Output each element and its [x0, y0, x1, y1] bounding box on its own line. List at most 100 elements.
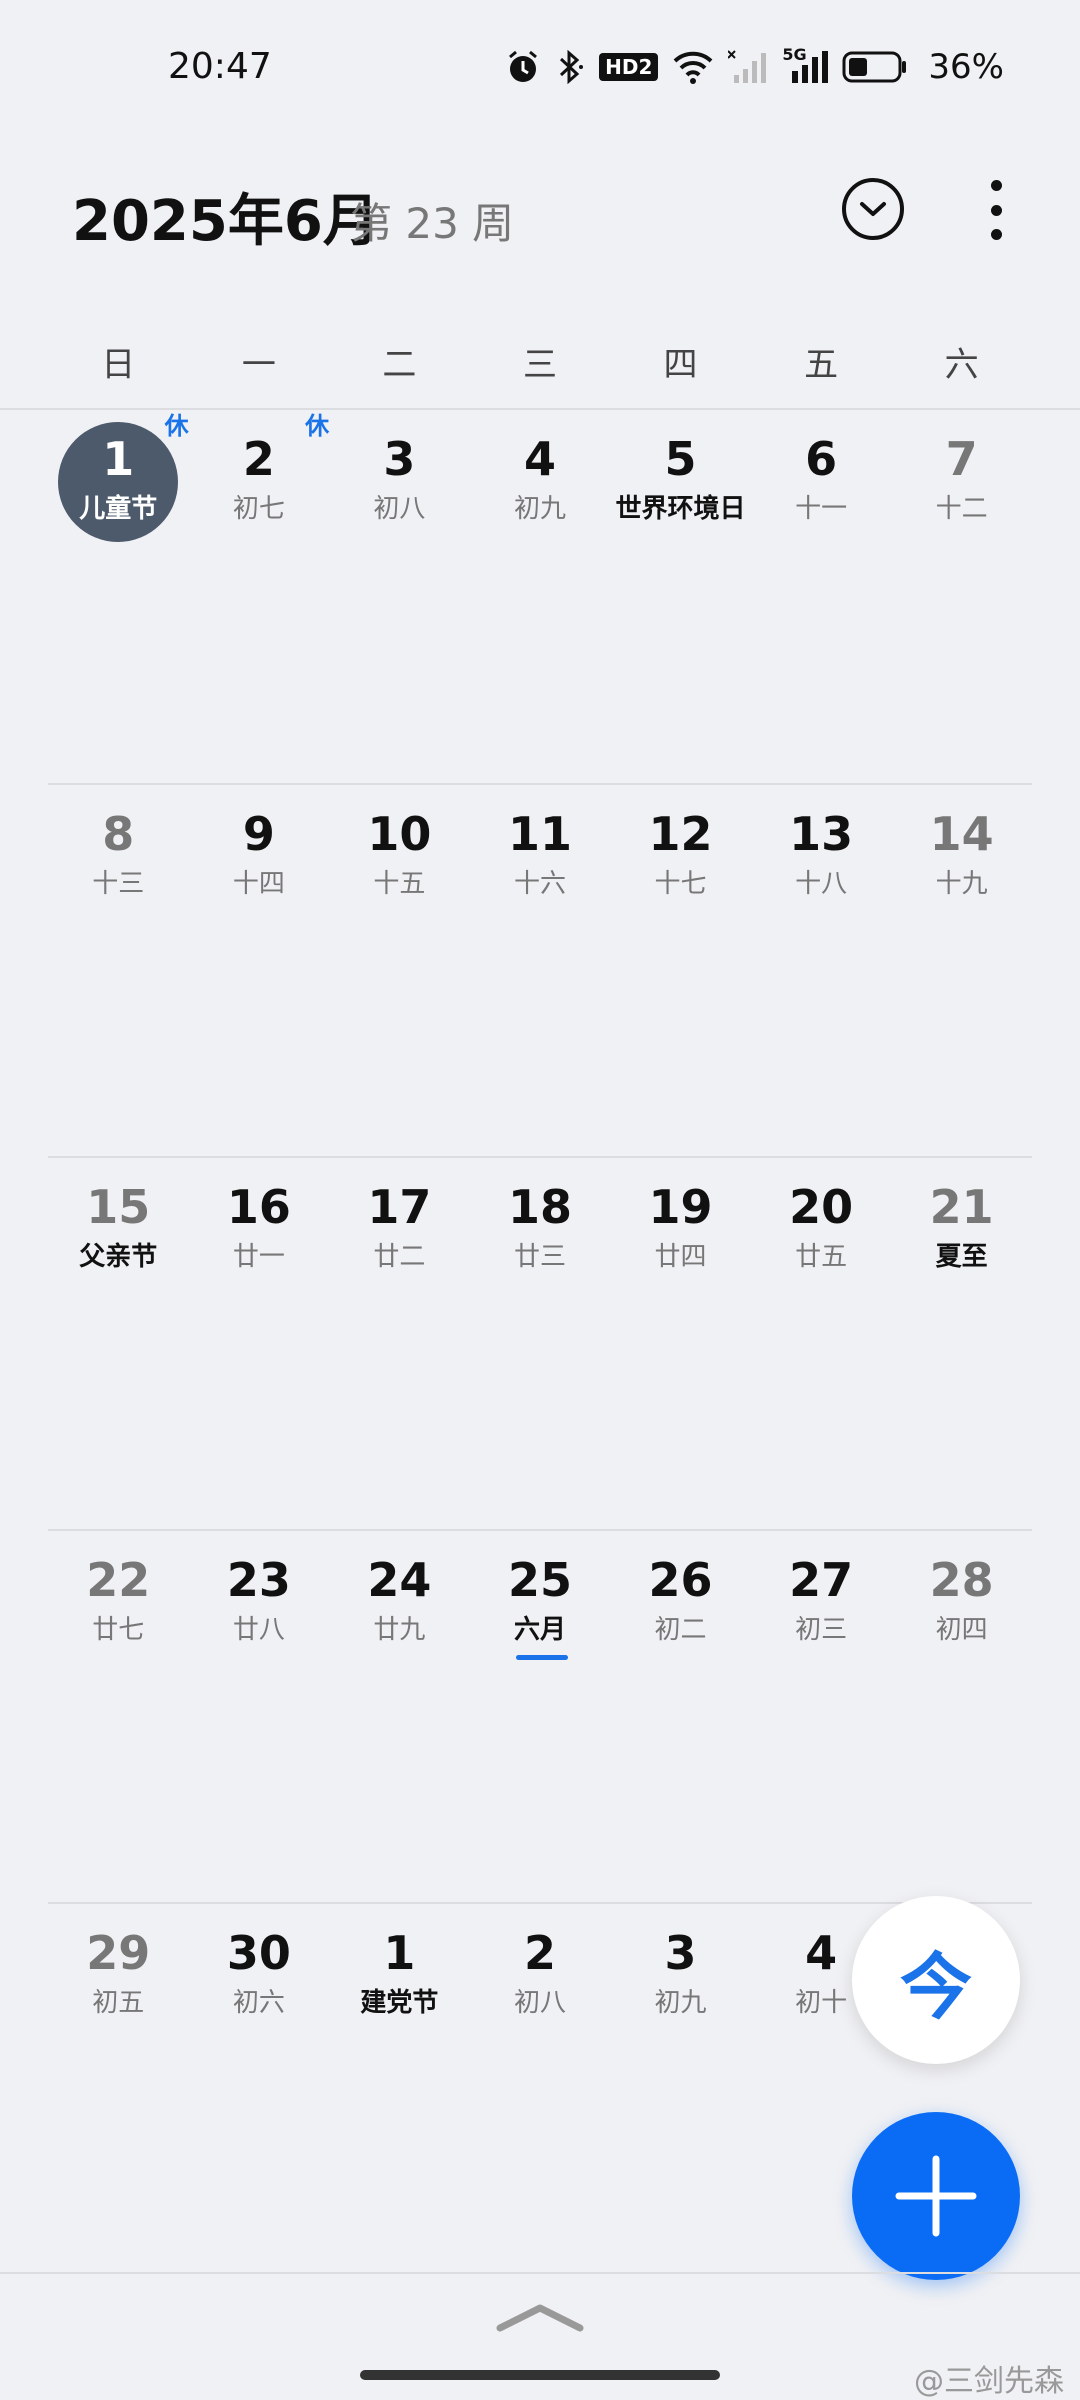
- more-dot-icon: [990, 229, 1002, 240]
- day-number: 6: [805, 432, 838, 486]
- chevron-up-icon: [496, 2304, 584, 2332]
- day-cell[interactable]: 9 十四: [189, 785, 330, 1156]
- watermark: @三剑先森: [914, 2364, 1064, 2399]
- day-number: 8: [102, 807, 135, 861]
- expand-handle[interactable]: [494, 2300, 586, 2334]
- day-cell[interactable]: 26 初二: [610, 1531, 751, 1902]
- day-lunar-label: 初七: [232, 494, 285, 524]
- day-lunar-label: 世界环境日: [615, 494, 746, 524]
- day-number: 26: [648, 1553, 713, 1607]
- day-cell[interactable]: 24 廿九: [329, 1531, 470, 1902]
- day-cell[interactable]: 29 初五: [48, 1904, 189, 2275]
- day-cell[interactable]: 2 初八: [470, 1904, 611, 2275]
- day-number: 28: [929, 1553, 994, 1607]
- day-lunar-label: 父亲节: [79, 1242, 158, 1272]
- day-number: 14: [929, 807, 994, 861]
- day-cell[interactable]: 5 世界环境日: [610, 410, 751, 783]
- day-number: 24: [367, 1553, 432, 1607]
- wifi-icon: [672, 49, 714, 85]
- day-cell[interactable]: 7 十二: [891, 410, 1032, 783]
- weekday-label: 一: [241, 345, 276, 385]
- day-cell[interactable]: 3 初九: [610, 1904, 751, 2275]
- month-title[interactable]: 2025年6月: [72, 176, 379, 257]
- day-number: 18: [507, 1180, 572, 1234]
- day-cell[interactable]: 3 初八: [329, 410, 470, 783]
- day-cell[interactable]: 19 廿四: [610, 1158, 751, 1529]
- day-number: 15: [86, 1180, 151, 1234]
- day-lunar-label: 廿一: [232, 1242, 285, 1272]
- day-lunar-label: 初五: [92, 1988, 145, 2018]
- day-cell[interactable]: 12 十七: [610, 785, 751, 1156]
- day-number: 29: [86, 1926, 151, 1980]
- day-cell[interactable]: 17 廿二: [329, 1158, 470, 1529]
- day-cell[interactable]: 2 初七休: [189, 410, 329, 783]
- day-lunar-label: 建党节: [360, 1988, 439, 2018]
- day-cell[interactable]: 16 廿一: [189, 1158, 330, 1529]
- day-cell[interactable]: 22 廿七: [48, 1531, 189, 1902]
- day-cell[interactable]: 18 廿三: [470, 1158, 611, 1529]
- status-time: 20:47: [168, 46, 272, 87]
- day-cell[interactable]: 6 十一: [751, 410, 892, 783]
- day-cell[interactable]: 10 十五: [329, 785, 470, 1156]
- weekday-label: 二: [382, 345, 417, 385]
- day-number: 16: [226, 1180, 291, 1234]
- day-cell[interactable]: 14 十九: [891, 785, 1032, 1156]
- day-cell[interactable]: 8 十三: [48, 785, 189, 1156]
- divider: [0, 2272, 1080, 2274]
- today-button[interactable]: 今: [852, 1896, 1020, 2064]
- day-cell[interactable]: 21 夏至: [891, 1158, 1032, 1529]
- day-number: 23: [226, 1553, 291, 1607]
- day-cell[interactable]: 11 十六: [470, 785, 611, 1156]
- day-number: 12: [648, 807, 713, 861]
- more-dot-icon: [990, 180, 1002, 191]
- weekday-label: 五: [804, 345, 839, 385]
- day-lunar-label: 十六: [513, 869, 566, 899]
- day-number: 1: [383, 1926, 416, 1980]
- add-event-button[interactable]: [852, 2112, 1020, 2280]
- day-cell[interactable]: 28 初四: [891, 1531, 1032, 1902]
- week-row: 8 十三 9 十四 10 十五 11 十六 12 十七 13 十八 14 十九: [48, 783, 1032, 1156]
- day-number: 17: [367, 1180, 432, 1234]
- home-indicator[interactable]: [360, 2370, 720, 2380]
- view-switch-button[interactable]: [842, 178, 904, 240]
- day-cell[interactable]: 4 初九: [470, 410, 611, 783]
- day-lunar-label: 初三: [795, 1615, 848, 1645]
- holiday-rest-badge: 休: [305, 412, 330, 440]
- day-cell[interactable]: 30 初六: [189, 1904, 330, 2275]
- hd-icon: HD2: [599, 53, 659, 81]
- day-number: 21: [929, 1180, 994, 1234]
- more-dot-icon: [990, 204, 1002, 216]
- day-lunar-label: 初四: [935, 1615, 988, 1645]
- day-cell[interactable]: 25 六月: [470, 1531, 611, 1902]
- day-cell[interactable]: 23 廿八: [189, 1531, 330, 1902]
- day-number: 20: [789, 1180, 854, 1234]
- day-lunar-label: 初八: [513, 1988, 566, 2018]
- more-options-button[interactable]: [976, 176, 1016, 244]
- day-cell[interactable]: 15 父亲节: [48, 1158, 189, 1529]
- calendar-header: 2025年6月 第 23 周: [0, 160, 1080, 270]
- day-cell[interactable]: 13 十八: [751, 785, 892, 1156]
- day-cell[interactable]: 1 建党节: [329, 1904, 470, 2275]
- day-cell[interactable]: 1 儿童节休: [48, 410, 189, 783]
- day-number: 9: [242, 807, 275, 861]
- day-lunar-label: 十三: [92, 869, 145, 899]
- day-lunar-label: 初六: [232, 1988, 285, 2018]
- day-cell[interactable]: 20 廿五: [751, 1158, 892, 1529]
- day-lunar-label: 初八: [373, 494, 426, 524]
- day-cell[interactable]: 27 初三: [751, 1531, 892, 1902]
- plus-icon: [895, 2155, 977, 2237]
- day-lunar-label: 六月: [513, 1615, 566, 1645]
- day-lunar-label: 十四: [232, 869, 285, 899]
- today-indicator: [515, 1655, 568, 1660]
- weekday-header: 日 一 二 三 四 五 六: [48, 330, 1032, 400]
- day-number: 30: [226, 1926, 291, 1980]
- day-lunar-label: 初九: [513, 494, 566, 524]
- day-lunar-label: 廿七: [92, 1615, 145, 1645]
- day-lunar-label: 十七: [654, 869, 707, 899]
- day-lunar-label: 廿五: [795, 1242, 848, 1272]
- week-row: 15 父亲节 16 廿一 17 廿二 18 廿三 19 廿四 20 廿五 21 夏至: [48, 1156, 1032, 1529]
- day-number: 22: [86, 1553, 151, 1607]
- signal-icon: 5G: [782, 45, 829, 85]
- battery-icon: [842, 50, 908, 84]
- week-number-label: 第 23 周: [350, 199, 515, 248]
